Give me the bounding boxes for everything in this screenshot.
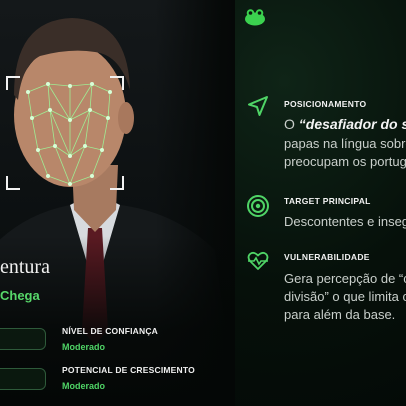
positioning-title: POSICIONAMENTO <box>284 99 367 109</box>
candidate-party: Chega <box>0 288 40 303</box>
confidence-indicator <box>0 328 46 350</box>
growth-value: Moderado <box>62 381 106 391</box>
positioning-line-2: papas na língua sobre <box>284 136 406 151</box>
confidence-value: Moderado <box>62 342 106 352</box>
positioning-line-1: O “desafiador do si <box>284 116 406 132</box>
growth-label: POTENCIAL DE CRESCIMENTO <box>62 365 195 375</box>
candidate-name: entura <box>0 256 50 278</box>
frog-logo-icon <box>245 9 265 26</box>
target-title: TARGET PRINCIPAL <box>284 196 371 206</box>
navigation-arrow-icon <box>248 96 268 116</box>
screen: entura Chega NÍVEL DE CONFIANÇA Moderado… <box>0 0 406 406</box>
confidence-label: NÍVEL DE CONFIANÇA <box>62 326 159 336</box>
vulnerability-line-2: divisão” o que limita c <box>284 289 406 304</box>
vulnerability-line-1: Gera percepção de “c <box>284 271 406 286</box>
target-icon <box>247 195 269 217</box>
positioning-line-3: preocupam os portug <box>284 154 406 169</box>
face-scan-frame <box>6 76 124 190</box>
growth-indicator <box>0 368 46 390</box>
heartbeat-icon <box>247 251 269 270</box>
vulnerability-line-3: para além da base. <box>284 307 396 322</box>
vulnerability-title: VULNERABILIDADE <box>284 252 370 262</box>
target-line-1: Descontentes e inseg <box>284 214 406 229</box>
